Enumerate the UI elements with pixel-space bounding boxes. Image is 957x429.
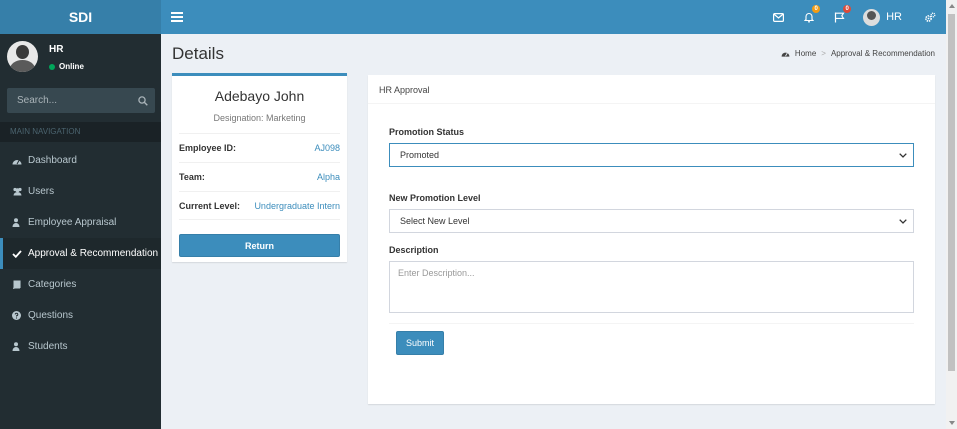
breadcrumb-home[interactable]: Home	[795, 49, 816, 58]
breadcrumb-separator: >	[821, 49, 826, 58]
settings-button[interactable]	[914, 0, 946, 34]
user-icon	[12, 218, 20, 227]
select-value: Select New Level	[400, 216, 470, 226]
search-input[interactable]	[7, 95, 131, 106]
app-logo[interactable]: SDI	[0, 0, 161, 34]
check-icon	[12, 249, 22, 258]
cogs-icon	[925, 12, 936, 22]
scroll-up-icon[interactable]	[949, 4, 955, 8]
list-item: Employee ID: AJ098	[179, 133, 340, 162]
sidebar-search	[7, 88, 155, 113]
sidebar: HR Online MAIN NAVIGATION Dashboard User…	[0, 34, 161, 429]
description-label: Description	[389, 245, 439, 255]
menu-icon[interactable]	[171, 10, 183, 24]
user-menu-name: HR	[886, 11, 902, 23]
online-dot-icon	[49, 63, 55, 70]
sidebar-item-employee-appraisal[interactable]: Employee Appraisal	[0, 207, 161, 238]
card-title: HR Approval	[368, 75, 935, 104]
profile-details-list: Employee ID: AJ098 Team: Alpha Current L…	[179, 133, 340, 220]
users-icon	[13, 187, 22, 196]
detail-label: Team:	[179, 172, 205, 182]
notifications-badge: 0	[812, 5, 821, 13]
user-status: Online	[49, 62, 84, 71]
sidebar-item-dashboard[interactable]: Dashboard	[0, 145, 161, 176]
return-button[interactable]: Return	[179, 234, 340, 257]
sidebar-item-questions[interactable]: Questions	[0, 300, 161, 331]
user-panel-name: HR	[49, 44, 64, 55]
sidebar-item-students[interactable]: Students	[0, 331, 161, 362]
sidebar-item-approval-recommendation[interactable]: Approval & Recommendation	[0, 238, 161, 269]
new-level-select[interactable]: Select New Level	[389, 209, 914, 233]
sidebar-menu: Dashboard Users Employee Appraisal Appro…	[0, 145, 161, 362]
scroll-down-icon[interactable]	[949, 421, 955, 425]
question-icon	[12, 311, 21, 320]
detail-value-link[interactable]: AJ098	[314, 143, 340, 153]
dashboard-icon	[781, 52, 790, 57]
divider	[389, 323, 914, 324]
sidebar-item-categories[interactable]: Categories	[0, 269, 161, 300]
dashboard-icon	[12, 159, 22, 164]
user-status-label: Online	[59, 62, 84, 71]
sidebar-item-label: Users	[28, 186, 55, 197]
list-item: Current Level: Undergraduate Intern	[179, 191, 340, 220]
chevron-down-icon	[899, 218, 907, 224]
sidebar-item-users[interactable]: Users	[0, 176, 161, 207]
user-icon	[12, 342, 20, 351]
envelope-icon	[773, 12, 785, 22]
scrollbar-thumb[interactable]	[948, 14, 955, 371]
book-icon	[13, 280, 21, 289]
notifications-button[interactable]: 0	[794, 0, 824, 34]
search-button[interactable]	[131, 95, 155, 106]
breadcrumb: Home > Approval & Recommendation	[781, 49, 935, 58]
bell-icon	[804, 12, 815, 23]
list-item: Team: Alpha	[179, 162, 340, 191]
profile-name: Adebayo John	[214, 88, 305, 104]
flags-badge: 0	[843, 5, 852, 13]
page-title: Details	[172, 44, 224, 63]
flag-icon	[835, 12, 845, 22]
detail-label: Current Level:	[179, 200, 241, 211]
sidebar-item-label: Categories	[28, 279, 77, 290]
scrollbar[interactable]	[946, 0, 957, 429]
avatar	[7, 41, 38, 72]
breadcrumb-current: Approval & Recommendation	[830, 49, 935, 58]
select-value: Promoted	[400, 150, 440, 160]
sidebar-item-label: Approval & Recommendation	[28, 248, 159, 259]
sidebar-item-label: Employee Appraisal	[28, 217, 117, 228]
top-navbar: 0 0 HR	[161, 0, 946, 34]
profile-designation: Designation: Marketing	[213, 113, 306, 123]
flags-button[interactable]: 0	[824, 0, 855, 34]
sidebar-item-label: Questions	[28, 310, 74, 321]
description-field[interactable]	[389, 261, 914, 313]
user-menu[interactable]: HR	[855, 0, 914, 34]
sidebar-item-label: Dashboard	[28, 155, 77, 166]
profile-card: Adebayo John Designation: Marketing Empl…	[172, 73, 347, 262]
user-panel: HR Online	[0, 34, 161, 84]
new-level-label: New Promotion Level	[389, 193, 481, 203]
messages-button[interactable]	[763, 0, 794, 34]
detail-value-link[interactable]: Alpha	[317, 172, 340, 182]
promotion-status-select[interactable]: Promoted	[389, 143, 914, 167]
submit-button[interactable]: Submit	[396, 331, 444, 355]
promotion-status-label: Promotion Status	[389, 127, 465, 137]
detail-label: Employee ID:	[179, 143, 237, 153]
search-icon	[138, 95, 148, 106]
chevron-down-icon	[899, 152, 907, 158]
hr-approval-card: HR Approval Promotion Status Promoted Ne…	[368, 75, 935, 404]
detail-value-link[interactable]: Undergraduate Intern	[254, 201, 340, 211]
nav-header: MAIN NAVIGATION	[0, 122, 161, 142]
sidebar-item-label: Students	[28, 341, 68, 352]
avatar	[863, 8, 881, 26]
